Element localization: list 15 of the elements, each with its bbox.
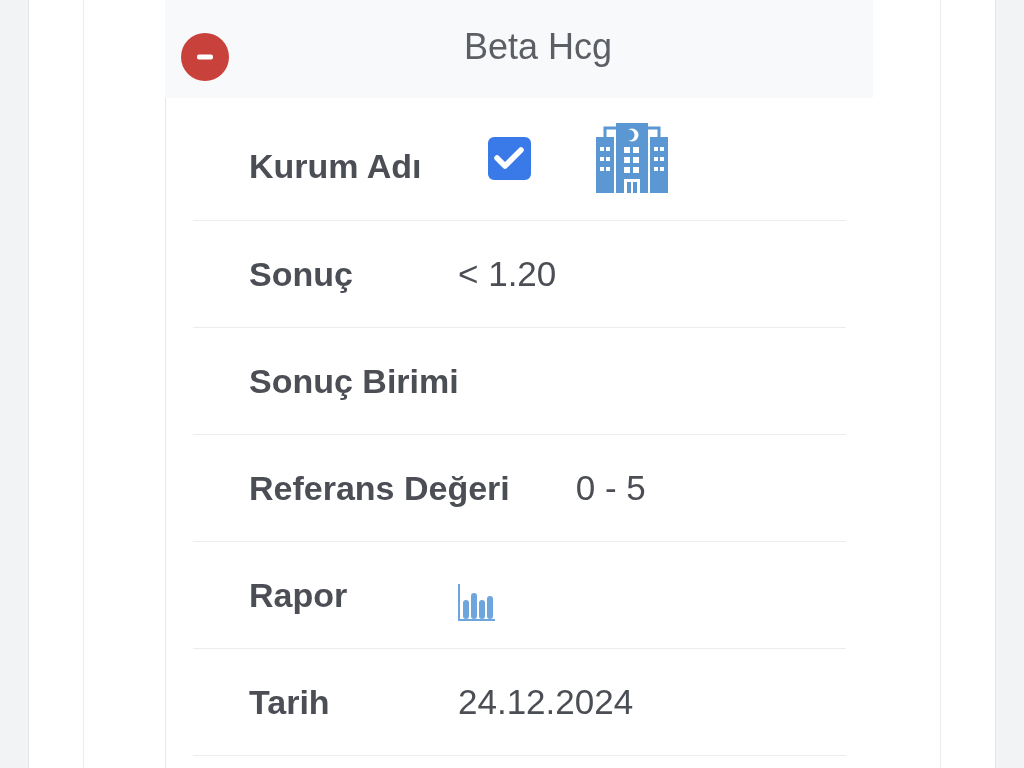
field-label: Sonuç Birimi (249, 361, 459, 401)
checkbox[interactable] (487, 136, 531, 180)
bar-chart-icon[interactable] (458, 583, 495, 621)
field-value: 24.12.2024 (458, 682, 634, 722)
field-label: Kurum Adı (249, 146, 422, 186)
field-label: Referans Değeri (249, 468, 510, 508)
field-value: < 1.20 (458, 254, 557, 294)
field-label: Tarih (249, 682, 330, 722)
collapse-icon[interactable] (181, 33, 229, 81)
hospital-building-icon[interactable] (595, 123, 668, 193)
section-title: Beta Hcg (462, 26, 614, 68)
checkmark-icon (494, 146, 524, 170)
field-label: Rapor (249, 575, 348, 615)
field-value: 0 - 5 (575, 468, 646, 508)
field-label: Sonuç (249, 254, 353, 294)
